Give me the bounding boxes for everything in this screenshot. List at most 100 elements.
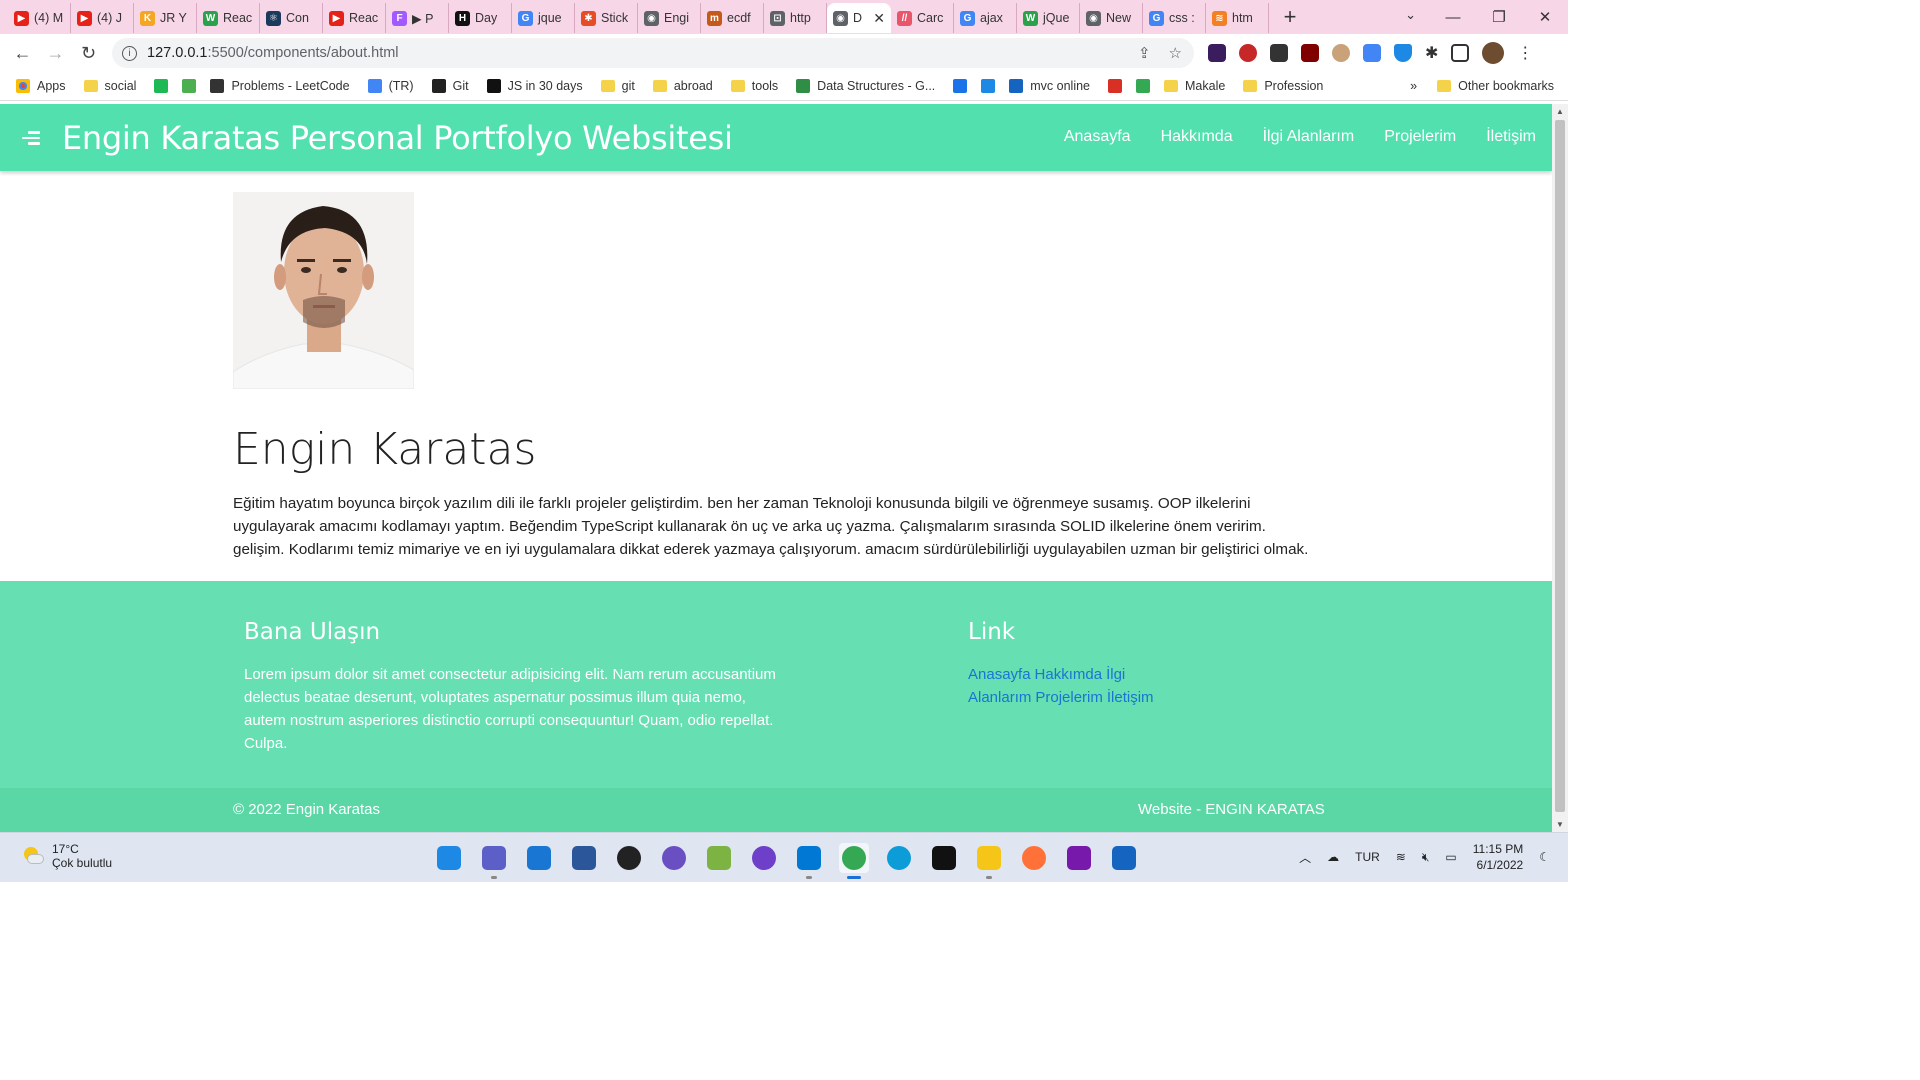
- browser-tab[interactable]: WjQue: [1017, 3, 1080, 33]
- nav-link[interactable]: İletişim: [1486, 128, 1536, 146]
- shield-icon[interactable]: [1394, 44, 1412, 62]
- nav-link[interactable]: Anasayfa: [1064, 128, 1131, 146]
- mail-icon[interactable]: [524, 843, 554, 873]
- bookmark-item[interactable]: [154, 79, 169, 93]
- puzzle-icon[interactable]: ✱: [1425, 43, 1438, 63]
- extension-icon[interactable]: [1208, 44, 1226, 62]
- site-info-icon[interactable]: i: [122, 45, 137, 61]
- bookmark-item[interactable]: (TR): [367, 79, 414, 93]
- bookmark-item[interactable]: mvc online: [1009, 79, 1090, 93]
- vscode-icon[interactable]: [794, 843, 824, 879]
- browser-tab[interactable]: ▶ (4) J: [71, 3, 134, 33]
- new-tab-button[interactable]: +: [1275, 4, 1305, 30]
- footer-link[interactable]: İletişim: [1107, 689, 1154, 706]
- footer-link[interactable]: Projelerim: [1035, 689, 1103, 706]
- bookmark-item[interactable]: Apps: [16, 79, 66, 93]
- bookmark-item[interactable]: [182, 79, 197, 93]
- restore-icon[interactable]: ❐: [1476, 8, 1522, 26]
- forward-icon[interactable]: →: [39, 43, 72, 64]
- bookmark-item[interactable]: JS in 30 days: [486, 79, 583, 93]
- translate-icon[interactable]: [1363, 44, 1381, 62]
- bookmark-item[interactable]: [1136, 79, 1151, 93]
- clock[interactable]: 11:15 PM 6/1/2022: [1473, 841, 1523, 873]
- wifi-icon[interactable]: ≋: [1396, 850, 1406, 864]
- weather-widget[interactable]: 17°C Çok bulutlu: [22, 842, 112, 870]
- avatar[interactable]: [1482, 42, 1505, 64]
- more-bookmarks-button[interactable]: »: [1410, 79, 1417, 93]
- close-tab-icon[interactable]: ✕: [873, 10, 885, 27]
- browser-tab[interactable]: Gcss :: [1143, 3, 1206, 33]
- bookmark-folder[interactable]: abroad: [652, 79, 713, 93]
- back-icon[interactable]: ←: [6, 43, 39, 64]
- onenote-icon[interactable]: [1064, 843, 1094, 873]
- tab-search-chevron-icon[interactable]: ⌄: [1405, 7, 1416, 23]
- firefox-icon[interactable]: [1019, 843, 1049, 873]
- github-desktop-icon[interactable]: [659, 843, 689, 873]
- calendar-icon[interactable]: [1109, 843, 1139, 873]
- bookmark-folder[interactable]: Makale: [1164, 79, 1225, 93]
- edge-icon[interactable]: [884, 843, 914, 873]
- footer-link[interactable]: Hakkımda: [1035, 666, 1103, 683]
- side-panel-icon[interactable]: [1451, 44, 1470, 62]
- bookmark-item[interactable]: [1108, 79, 1123, 93]
- browser-tab[interactable]: W Reac: [197, 3, 260, 33]
- browser-tab[interactable]: H Day: [449, 3, 512, 33]
- footer-link[interactable]: Anasayfa: [968, 666, 1031, 683]
- bookmark-item[interactable]: [981, 79, 996, 93]
- file-explorer-icon[interactable]: [974, 843, 1004, 879]
- bookmark-item[interactable]: Problems - LeetCode: [210, 79, 350, 93]
- bookmark-item[interactable]: Data Structures - G...: [796, 79, 935, 93]
- bookmark-folder[interactable]: tools: [730, 79, 778, 93]
- browser-tab[interactable]: Gjque: [512, 3, 575, 33]
- scroll-down-icon[interactable]: ▼: [1556, 820, 1564, 829]
- other-bookmarks[interactable]: Other bookmarks: [1437, 79, 1554, 93]
- browser-tab[interactable]: ≋ htm: [1206, 3, 1269, 33]
- language-indicator[interactable]: TUR: [1355, 850, 1380, 864]
- teams-icon[interactable]: [479, 843, 509, 879]
- battery-icon[interactable]: ▭: [1445, 850, 1456, 864]
- windows-start-icon[interactable]: [434, 843, 464, 873]
- menu-icon[interactable]: [22, 131, 40, 148]
- browser-tab[interactable]: ⊡ http: [764, 3, 827, 33]
- chrome-icon[interactable]: [839, 843, 869, 879]
- onedrive-icon[interactable]: ☁: [1327, 850, 1339, 864]
- wordpad-icon[interactable]: [569, 843, 599, 873]
- ublock-icon[interactable]: [1301, 44, 1319, 62]
- intellij-icon[interactable]: [929, 843, 959, 873]
- bookmark-folder[interactable]: git: [600, 79, 635, 93]
- browser-tab[interactable]: m ecdf: [701, 3, 764, 33]
- minimize-icon[interactable]: —: [1430, 9, 1476, 26]
- nav-link[interactable]: İlgi Alanlarım: [1263, 128, 1355, 146]
- extension-icon[interactable]: [1270, 44, 1288, 62]
- browser-tab[interactable]: ▶ Reac: [323, 3, 386, 33]
- browser-tab[interactable]: K JR Y: [134, 3, 197, 33]
- browser-tab[interactable]: // Carc: [891, 3, 954, 33]
- address-bar[interactable]: i 127.0.0.1:5500/components/about.html ⇪…: [112, 38, 1194, 68]
- bookmark-item[interactable]: Git: [431, 79, 469, 93]
- volume-muted-icon[interactable]: 🔇︎: [1422, 850, 1430, 865]
- extension-icon[interactable]: [1239, 44, 1257, 62]
- browser-tab[interactable]: ✱ Stick: [575, 3, 638, 33]
- bookmark-folder[interactable]: social: [83, 79, 136, 93]
- nav-link[interactable]: Hakkımda: [1161, 128, 1233, 146]
- browser-tab[interactable]: ◉ Engi: [638, 3, 701, 33]
- menu-dots-icon[interactable]: ⋮: [1517, 43, 1533, 63]
- browser-tab[interactable]: ◉ New: [1080, 3, 1143, 33]
- chevron-up-icon[interactable]: ︿: [1299, 849, 1311, 866]
- github-icon[interactable]: [749, 843, 779, 873]
- browser-tab[interactable]: ◉ D ✕: [827, 3, 891, 33]
- browser-tab[interactable]: ⚛ Con: [260, 3, 323, 33]
- page-scrollbar[interactable]: ▲ ▼: [1552, 104, 1568, 832]
- browser-tab[interactable]: Gajax: [954, 3, 1017, 33]
- close-window-icon[interactable]: ✕: [1522, 8, 1568, 26]
- media-player-icon[interactable]: [614, 843, 644, 873]
- notepad-plus-icon[interactable]: [704, 843, 734, 873]
- bookmark-item[interactable]: [953, 79, 968, 93]
- notifications-icon[interactable]: ☾: [1539, 850, 1550, 864]
- site-title[interactable]: Engin Karatas Personal Portfolyo Website…: [62, 119, 733, 157]
- extension-icon[interactable]: [1332, 44, 1350, 62]
- browser-tab[interactable]: F ▶ P: [386, 3, 449, 33]
- nav-link[interactable]: Projelerim: [1384, 128, 1456, 146]
- reload-icon[interactable]: ↻: [72, 43, 105, 64]
- share-icon[interactable]: ⇪: [1138, 44, 1151, 62]
